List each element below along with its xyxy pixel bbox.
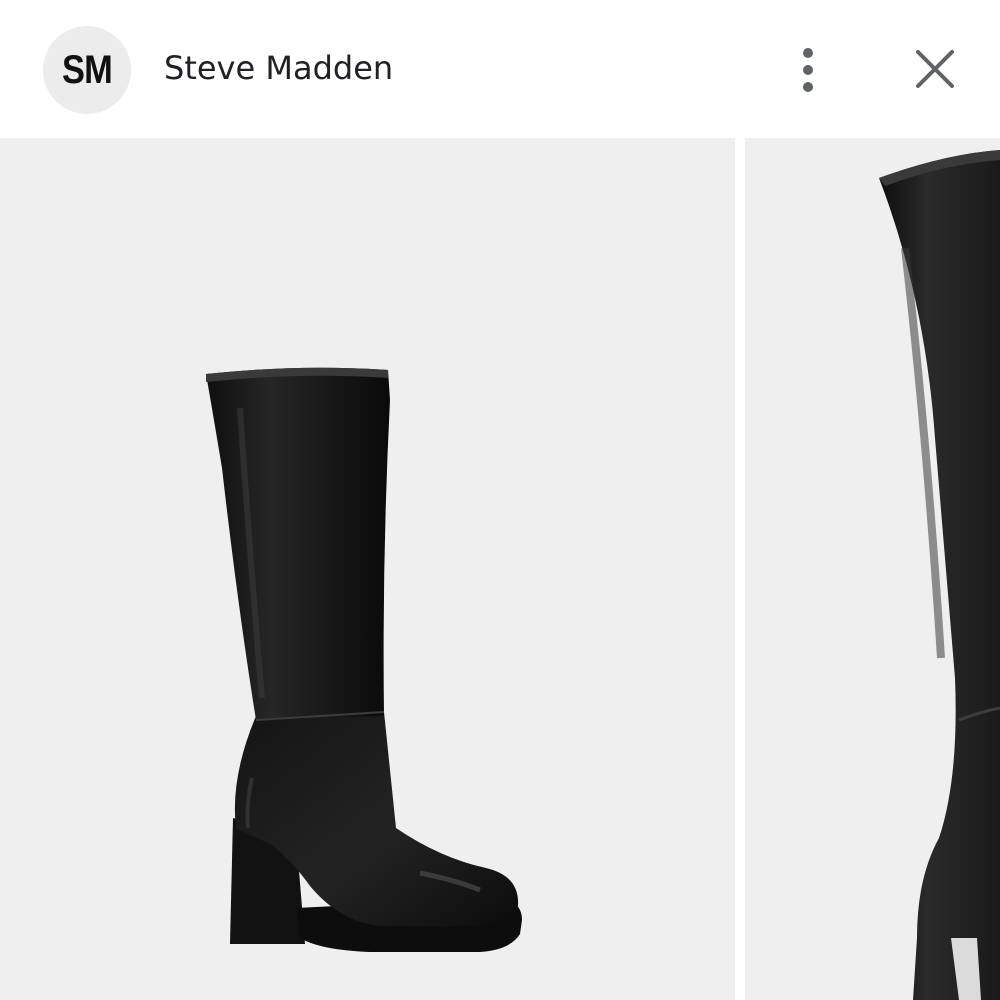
gallery-image-1[interactable] [0,138,735,1000]
gallery-image-2[interactable] [745,138,1000,1000]
more-vert-icon-dot [803,65,813,75]
header-bar: SM Steve Madden [0,0,1000,138]
close-icon [916,50,954,88]
more-vert-icon [803,48,813,58]
more-vert-icon-dot [803,82,813,92]
avatar-initials: SM [62,47,113,92]
image-gallery[interactable] [0,138,1000,1000]
close-button[interactable] [908,44,960,96]
brand-avatar[interactable]: SM [43,26,131,114]
brand-name[interactable]: Steve Madden [164,49,393,87]
boot-closeup-image [879,150,1000,1000]
more-options-button[interactable] [786,44,830,96]
boot-side-image [206,367,522,952]
